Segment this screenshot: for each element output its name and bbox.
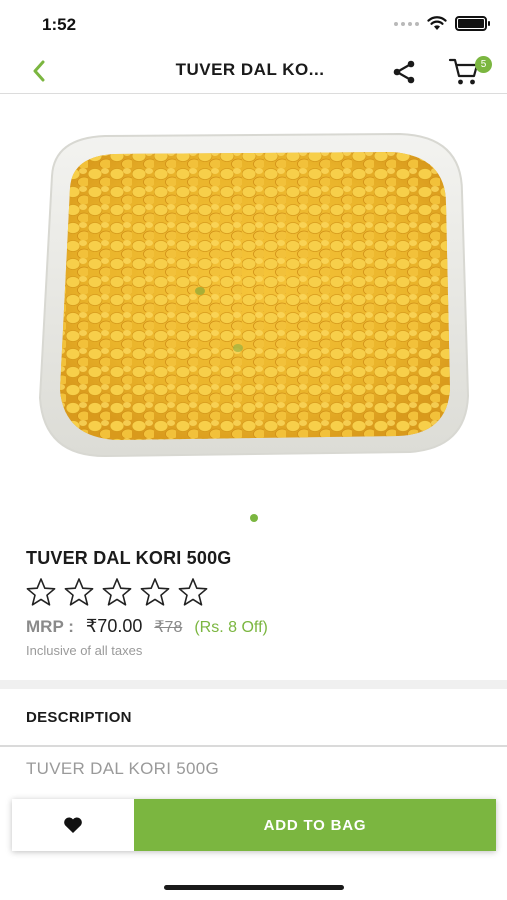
- selling-price: ₹70.00: [85, 616, 143, 636]
- section-separator: [0, 680, 507, 689]
- status-icons: [394, 16, 490, 31]
- star-outline-icon[interactable]: [62, 576, 96, 608]
- cart-count-badge: 5: [475, 56, 492, 73]
- chevron-left-icon: [33, 60, 45, 82]
- share-icon: [393, 60, 415, 84]
- wishlist-button[interactable]: [12, 799, 134, 851]
- back-button[interactable]: [22, 54, 56, 88]
- description-text: TUVER DAL KORI 500G: [26, 759, 220, 778]
- price-row: MRP : ₹70.00 ₹78 (Rs. 8 Off): [26, 616, 268, 637]
- cart-button[interactable]: 5: [448, 54, 496, 88]
- status-bar: 1:52: [0, 0, 507, 48]
- status-time: 1:52: [42, 15, 77, 34]
- battery-icon: [455, 16, 490, 31]
- discount-label: (Rs. 8 Off): [194, 619, 268, 636]
- original-price: ₹78: [154, 619, 183, 636]
- product-title: TUVER DAL KORI 500G: [26, 548, 232, 568]
- tax-note: Inclusive of all taxes: [26, 643, 143, 658]
- description-divider: [0, 745, 507, 747]
- page-title: TUVER DAL KO...: [175, 60, 325, 79]
- signal-icon: [394, 21, 419, 26]
- star-outline-icon[interactable]: [138, 576, 172, 608]
- description-heading[interactable]: DESCRIPTION: [26, 709, 132, 726]
- star-outline-icon[interactable]: [100, 576, 134, 608]
- nav-bar: TUVER DAL KO... 5: [0, 48, 507, 94]
- share-button[interactable]: [388, 56, 420, 88]
- product-image-illustration: [38, 132, 470, 458]
- mrp-label: MRP :: [26, 617, 74, 636]
- star-outline-icon[interactable]: [24, 576, 58, 608]
- product-image[interactable]: [0, 96, 507, 496]
- wifi-icon: [427, 16, 447, 30]
- bottom-action-bar: ADD TO BAG: [12, 799, 496, 851]
- star-outline-icon[interactable]: [176, 576, 210, 608]
- add-to-bag-button[interactable]: ADD TO BAG: [134, 799, 496, 851]
- heart-icon: [64, 817, 82, 833]
- home-indicator[interactable]: [164, 885, 344, 890]
- image-page-indicator: [250, 514, 258, 522]
- rating-stars[interactable]: [24, 576, 210, 608]
